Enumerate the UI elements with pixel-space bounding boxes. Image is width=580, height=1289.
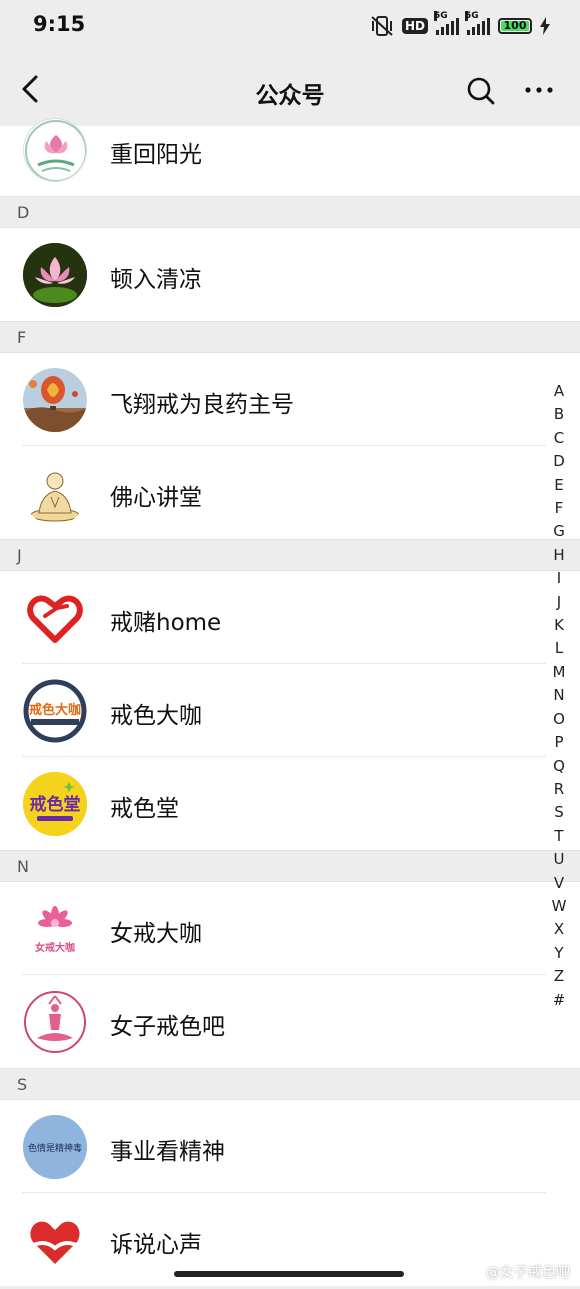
index-letter[interactable]: P bbox=[554, 731, 563, 754]
avatar-text: 戒色大咖 bbox=[29, 702, 81, 718]
account-name: 戒色堂 bbox=[110, 796, 179, 822]
index-letter[interactable]: X bbox=[554, 918, 564, 941]
yellow-logo-icon: 戒色堂 bbox=[23, 772, 87, 836]
list-item[interactable]: 女子戒色吧 bbox=[0, 975, 580, 1068]
index-letter[interactable]: V bbox=[554, 872, 564, 895]
index-letter[interactable]: M bbox=[553, 661, 566, 684]
battery-icon: 100 bbox=[498, 18, 532, 34]
list-item[interactable]: 顿入清凉 bbox=[0, 228, 580, 321]
heart-hand-icon bbox=[23, 586, 87, 650]
index-letter[interactable]: U bbox=[554, 848, 565, 871]
lotus-flower-icon bbox=[23, 243, 87, 307]
index-letter[interactable]: J bbox=[557, 591, 561, 614]
list-item[interactable]: 重回阳光 bbox=[0, 118, 580, 196]
index-letter[interactable]: A bbox=[554, 380, 564, 403]
index-letter[interactable]: H bbox=[553, 544, 564, 567]
hd-icon: HD bbox=[401, 18, 428, 34]
index-letter[interactable]: C bbox=[554, 427, 564, 450]
search-icon[interactable] bbox=[466, 76, 496, 106]
signal-icon: 5G bbox=[434, 11, 459, 35]
index-letter[interactable]: K bbox=[554, 614, 564, 637]
list-item[interactable]: 戒赌home bbox=[0, 571, 580, 664]
account-name: 事业看精神 bbox=[110, 1139, 225, 1165]
hot-air-balloon-icon bbox=[23, 368, 87, 432]
index-letter[interactable]: # bbox=[553, 989, 566, 1012]
index-letter[interactable]: Y bbox=[554, 942, 563, 965]
index-letter[interactable]: F bbox=[555, 497, 564, 520]
account-list: 重回阳光 D 顿入清凉 F 飞翔戒为良药主号 佛心讲堂 J 戒赌home 戒色大… bbox=[0, 118, 580, 1286]
status-icons: HD 5G 5G 100 bbox=[370, 11, 550, 38]
more-icon[interactable] bbox=[524, 78, 554, 102]
index-letter[interactable]: N bbox=[553, 684, 564, 707]
avatar-text: 戒色堂 bbox=[30, 794, 81, 815]
blue-circle-icon: 色情是精神毒 bbox=[23, 1115, 87, 1179]
account-name: 佛心讲堂 bbox=[110, 485, 202, 511]
account-name: 飞翔戒为良药主号 bbox=[110, 392, 294, 418]
network-label-2: 5G bbox=[465, 11, 479, 21]
list-item[interactable]: 戒色堂 戒色堂 bbox=[0, 757, 580, 850]
index-letter[interactable]: I bbox=[557, 567, 561, 590]
watermark: @女子戒色吧 bbox=[486, 1265, 570, 1281]
index-letter[interactable]: B bbox=[554, 403, 564, 426]
lotus-logo-icon bbox=[23, 118, 87, 182]
heart-hands-icon bbox=[23, 1208, 87, 1272]
status-bar: 9:15 HD 5G 5G 100 bbox=[0, 0, 580, 52]
pink-flower-icon: 女戒大咖 bbox=[23, 897, 87, 961]
index-letter[interactable]: O bbox=[553, 708, 565, 731]
index-letter[interactable]: E bbox=[554, 474, 563, 497]
account-name: 女戒大咖 bbox=[110, 921, 202, 947]
index-letter[interactable]: G bbox=[553, 520, 565, 543]
list-item[interactable]: 女戒大咖 女戒大咖 bbox=[0, 882, 580, 975]
section-header-d: D bbox=[0, 196, 580, 228]
index-letter[interactable]: S bbox=[554, 801, 564, 824]
section-header-f: F bbox=[0, 321, 580, 353]
charging-icon bbox=[540, 17, 550, 35]
index-letter[interactable]: Q bbox=[553, 755, 565, 778]
index-letter[interactable]: D bbox=[553, 450, 565, 473]
section-header-s: S bbox=[0, 1068, 580, 1100]
avatar-text: 女戒大咖 bbox=[35, 941, 75, 954]
home-indicator[interactable] bbox=[174, 1271, 404, 1277]
section-header-n: N bbox=[0, 850, 580, 882]
mute-vibrate-icon bbox=[371, 16, 393, 36]
account-name: 女子戒色吧 bbox=[110, 1014, 225, 1040]
account-name: 重回阳光 bbox=[110, 142, 202, 168]
yoga-figure-icon bbox=[23, 990, 87, 1054]
index-letter[interactable]: T bbox=[554, 825, 563, 848]
status-time: 9:15 bbox=[33, 12, 86, 36]
account-name: 诉说心声 bbox=[110, 1232, 202, 1258]
list-item[interactable]: 戒色大咖 戒色大咖 bbox=[0, 664, 580, 757]
account-name: 顿入清凉 bbox=[110, 267, 202, 293]
buddha-icon bbox=[23, 461, 87, 525]
signal-icon-2: 5G bbox=[465, 11, 490, 35]
alphabet-index[interactable]: A B C D E F G H I J K L M N O P Q R S T U V W X Y Z # bbox=[550, 380, 568, 1012]
list-item[interactable]: 佛心讲堂 bbox=[0, 446, 580, 539]
battery-level: 100 bbox=[503, 19, 527, 32]
network-label: 5G bbox=[434, 11, 448, 21]
section-header-j: J bbox=[0, 539, 580, 571]
account-name: 戒色大咖 bbox=[110, 703, 202, 729]
index-letter[interactable]: R bbox=[554, 778, 564, 801]
navigation-bar: 公众号 bbox=[0, 52, 580, 126]
circle-logo-icon: 戒色大咖 bbox=[23, 679, 87, 743]
index-letter[interactable]: L bbox=[555, 637, 563, 660]
index-letter[interactable]: W bbox=[552, 895, 567, 918]
avatar-text: 色情是精神毒 bbox=[28, 1142, 82, 1154]
list-item[interactable]: 飞翔戒为良药主号 bbox=[0, 353, 580, 446]
list-item[interactable]: 色情是精神毒 事业看精神 bbox=[0, 1100, 580, 1193]
account-name: 戒赌home bbox=[110, 610, 222, 636]
index-letter[interactable]: Z bbox=[554, 965, 564, 988]
